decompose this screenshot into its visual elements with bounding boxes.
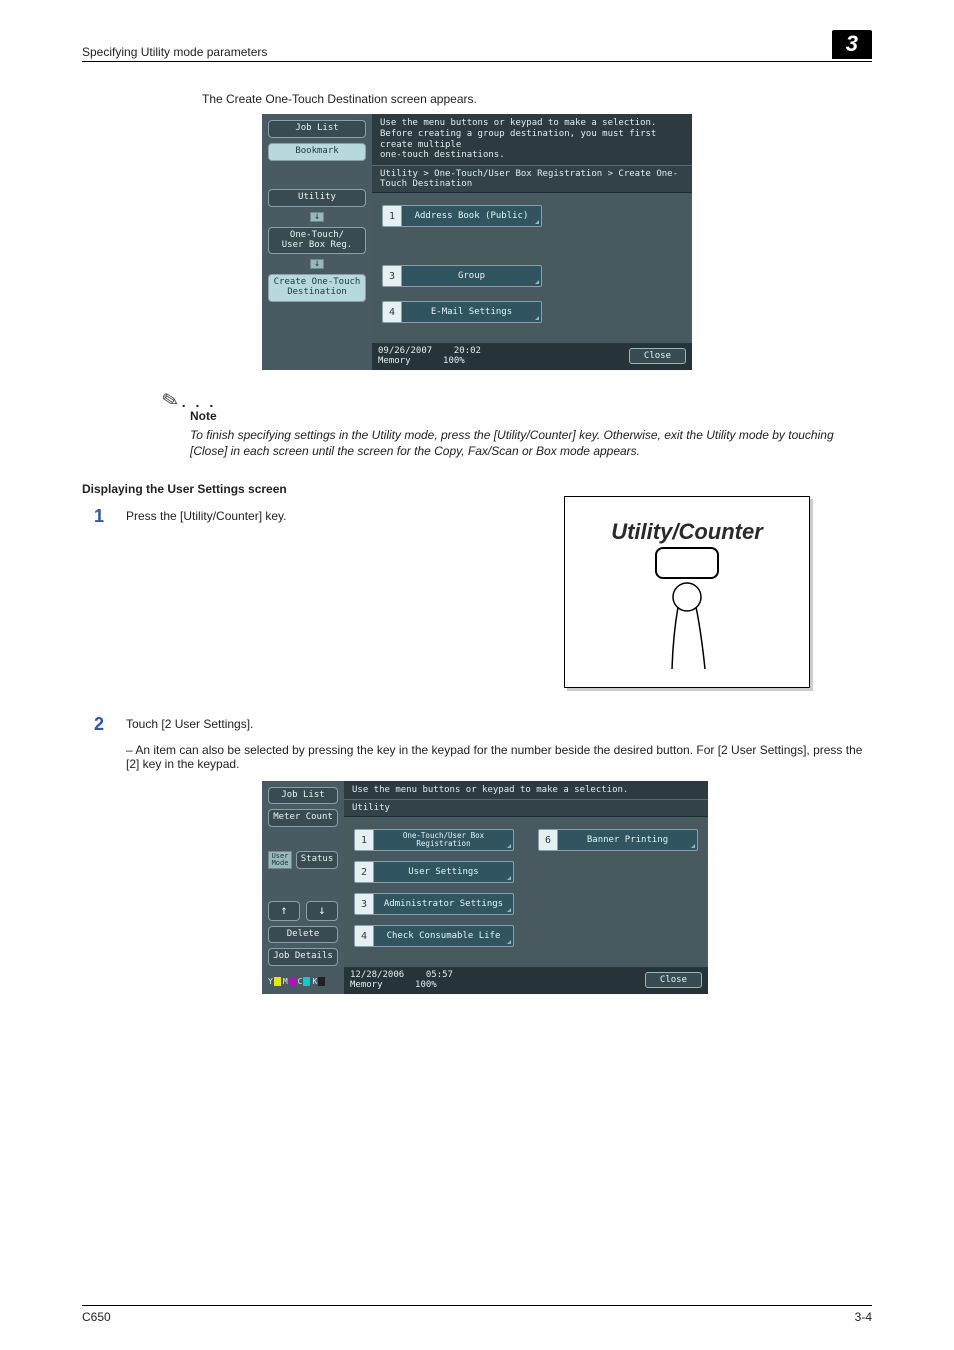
note-block: ✎. . . Note To finish specifying setting… <box>162 388 872 459</box>
breadcrumb: Utility > One-Touch/User Box Registratio… <box>372 165 692 193</box>
footer-mem-val: 100% <box>443 356 465 366</box>
option-number: 4 <box>382 301 402 323</box>
chapter-indicator: 3 <box>832 30 872 59</box>
option-number: 6 <box>538 829 558 851</box>
delete-button[interactable]: Delete <box>268 926 338 944</box>
breadcrumb: Utility <box>344 799 708 817</box>
sub-item: An item can also be selected by pressing… <box>126 743 872 771</box>
option-consumable-life[interactable]: 4 Check Consumable Life <box>354 925 698 947</box>
page-footer: C650 3-4 <box>82 1305 872 1324</box>
utility-counter-key-figure: Utility/Counter <box>564 496 810 688</box>
option-email-settings[interactable]: 4 E-Mail Settings <box>382 301 682 323</box>
step-number: 1 <box>82 506 104 527</box>
job-details-button[interactable]: Job Details <box>268 948 338 966</box>
meter-count-button[interactable]: Meter Count <box>268 809 338 827</box>
close-button[interactable]: Close <box>629 348 686 364</box>
usermode-tag: User Mode <box>268 851 292 869</box>
footer-time: 05:57 <box>426 970 453 980</box>
step-2-sublist: An item can also be selected by pressing… <box>126 743 872 771</box>
job-list-button[interactable]: Job List <box>268 787 338 805</box>
section-heading: Displaying the User Settings screen <box>82 482 872 496</box>
option-admin-settings[interactable]: 3 Administrator Settings <box>354 893 698 915</box>
option-number: 4 <box>354 925 374 947</box>
option-group[interactable]: 3 Group <box>382 265 682 287</box>
page-header: Specifying Utility mode parameters 3 <box>82 30 872 62</box>
header-title: Specifying Utility mode parameters <box>82 45 267 59</box>
option-label: E-Mail Settings <box>402 301 542 323</box>
screen-footer: 09/26/2007 20:02 Memory 100% Close <box>372 343 692 370</box>
key-label: Utility/Counter <box>611 519 763 545</box>
option-label: Group <box>402 265 542 287</box>
intro-text: The Create One-Touch Destination screen … <box>202 92 872 106</box>
option-label: Address Book (Public) <box>402 205 542 227</box>
option-address-book[interactable]: 1 Address Book (Public) <box>382 205 682 227</box>
step-2: 2 Touch [2 User Settings]. <box>82 714 872 735</box>
option-number: 2 <box>354 861 374 883</box>
option-label: User Settings <box>374 861 514 883</box>
footer-mem-val: 100% <box>415 980 437 990</box>
down-arrow-button[interactable]: ↓ <box>306 901 338 920</box>
option-number: 1 <box>382 205 402 227</box>
create-onetouch-nav[interactable]: Create One-Touch Destination <box>268 274 366 302</box>
option-label: One-Touch/User Box Registration <box>374 829 514 851</box>
option-banner-printing[interactable]: 6 Banner Printing <box>538 829 698 851</box>
screen-footer: 12/28/2006 05:57 Memory 100% Close <box>344 967 708 994</box>
option-number: 1 <box>354 829 374 851</box>
step-number: 2 <box>82 714 104 735</box>
chapter-number: 3 <box>832 30 872 59</box>
step-text: Press the [Utility/Counter] key. <box>126 506 564 523</box>
pencil-icon: ✎ <box>160 387 182 415</box>
option-user-settings[interactable]: 2 User Settings <box>354 861 698 883</box>
screenshot-create-one-touch: Job List Bookmark Utility ↓ One-Touch/ U… <box>262 114 692 370</box>
footer-mem-label: Memory <box>350 980 383 990</box>
onetouch-nav[interactable]: One-Touch/ User Box Reg. <box>268 227 366 255</box>
bookmark-button[interactable]: Bookmark <box>268 143 366 161</box>
step-text: Touch [2 User Settings]. <box>126 714 872 731</box>
note-label: Note <box>190 409 872 423</box>
toner-levels: Y M C K <box>268 971 338 986</box>
note-body: To finish specifying settings in the Uti… <box>190 427 872 459</box>
screen-instruction: Use the menu buttons or keypad to make a… <box>344 781 708 800</box>
option-label: Check Consumable Life <box>374 925 514 947</box>
step-1: 1 Press the [Utility/Counter] key. <box>82 506 564 527</box>
screenshot-utility-menu: Job List Meter Count User Mode Status ↑ … <box>262 781 692 995</box>
arrow-down-icon: ↓ <box>310 259 324 269</box>
close-button[interactable]: Close <box>645 972 702 988</box>
hand-press-icon <box>658 581 716 669</box>
footer-right: 3-4 <box>855 1310 872 1324</box>
key-button-icon <box>655 547 719 579</box>
footer-date: 09/26/2007 <box>378 346 432 356</box>
utility-nav[interactable]: Utility <box>268 189 366 207</box>
option-number: 3 <box>354 893 374 915</box>
option-onetouch-reg[interactable]: 1 One-Touch/User Box Registration <box>354 829 514 851</box>
job-list-button[interactable]: Job List <box>268 120 366 138</box>
footer-left: C650 <box>82 1310 111 1324</box>
option-label: Banner Printing <box>558 829 698 851</box>
up-arrow-button[interactable]: ↑ <box>268 901 300 920</box>
footer-date: 12/28/2006 <box>350 970 404 980</box>
arrow-down-icon: ↓ <box>310 212 324 222</box>
option-number: 3 <box>382 265 402 287</box>
footer-time: 20:02 <box>454 346 481 356</box>
option-label: Administrator Settings <box>374 893 514 915</box>
status-button[interactable]: Status <box>296 851 338 869</box>
screen-instruction: Use the menu buttons or keypad to make a… <box>372 114 692 165</box>
footer-mem-label: Memory <box>378 356 411 366</box>
